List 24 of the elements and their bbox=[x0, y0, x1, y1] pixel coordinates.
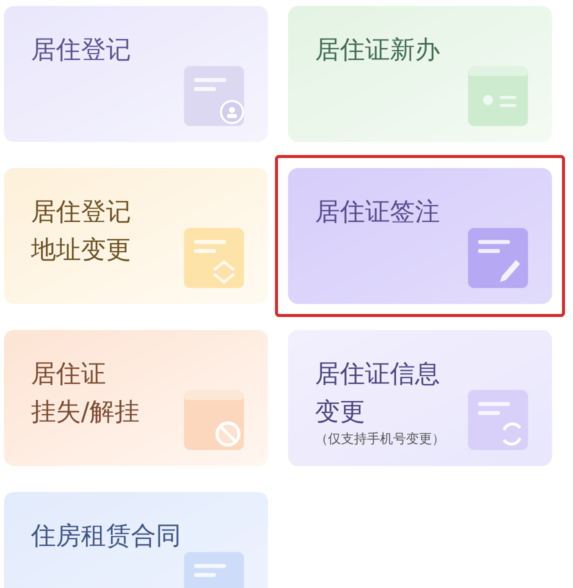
card-title: 地址变更 bbox=[31, 234, 131, 266]
card-title: 居住证新办 bbox=[315, 34, 440, 66]
service-card[interactable]: 居住证签注 bbox=[288, 168, 552, 304]
service-card[interactable]: 居住证信息 变更 （仅支持手机号变更） bbox=[288, 330, 552, 466]
document-swap-icon bbox=[184, 228, 244, 288]
card-title: 变更 bbox=[315, 396, 365, 428]
service-card[interactable]: 居住登记 bbox=[4, 6, 268, 142]
document-refresh-icon bbox=[468, 390, 528, 450]
card-note: （仅支持手机号变更） bbox=[315, 431, 445, 449]
id-card-icon bbox=[468, 66, 528, 126]
card-title: 居住登记 bbox=[31, 196, 131, 228]
person-card-icon bbox=[184, 66, 244, 126]
service-card[interactable]: 居住证 挂失/解挂 bbox=[4, 330, 268, 466]
card-title: 居住证 bbox=[31, 358, 106, 390]
card-title: 居住登记 bbox=[31, 34, 131, 66]
card-title: 住房租赁合同 bbox=[31, 520, 181, 552]
service-card[interactable]: 住房租赁合同 bbox=[4, 492, 268, 588]
card-blocked-icon bbox=[184, 390, 244, 450]
service-card[interactable]: 居住证新办 bbox=[288, 6, 552, 142]
card-title: 居住证信息 bbox=[315, 358, 440, 390]
document-edit-icon bbox=[468, 228, 528, 288]
card-title: 居住证签注 bbox=[315, 196, 440, 228]
service-card[interactable]: 居住登记 地址变更 bbox=[4, 168, 268, 304]
card-title: 挂失/解挂 bbox=[31, 396, 140, 428]
